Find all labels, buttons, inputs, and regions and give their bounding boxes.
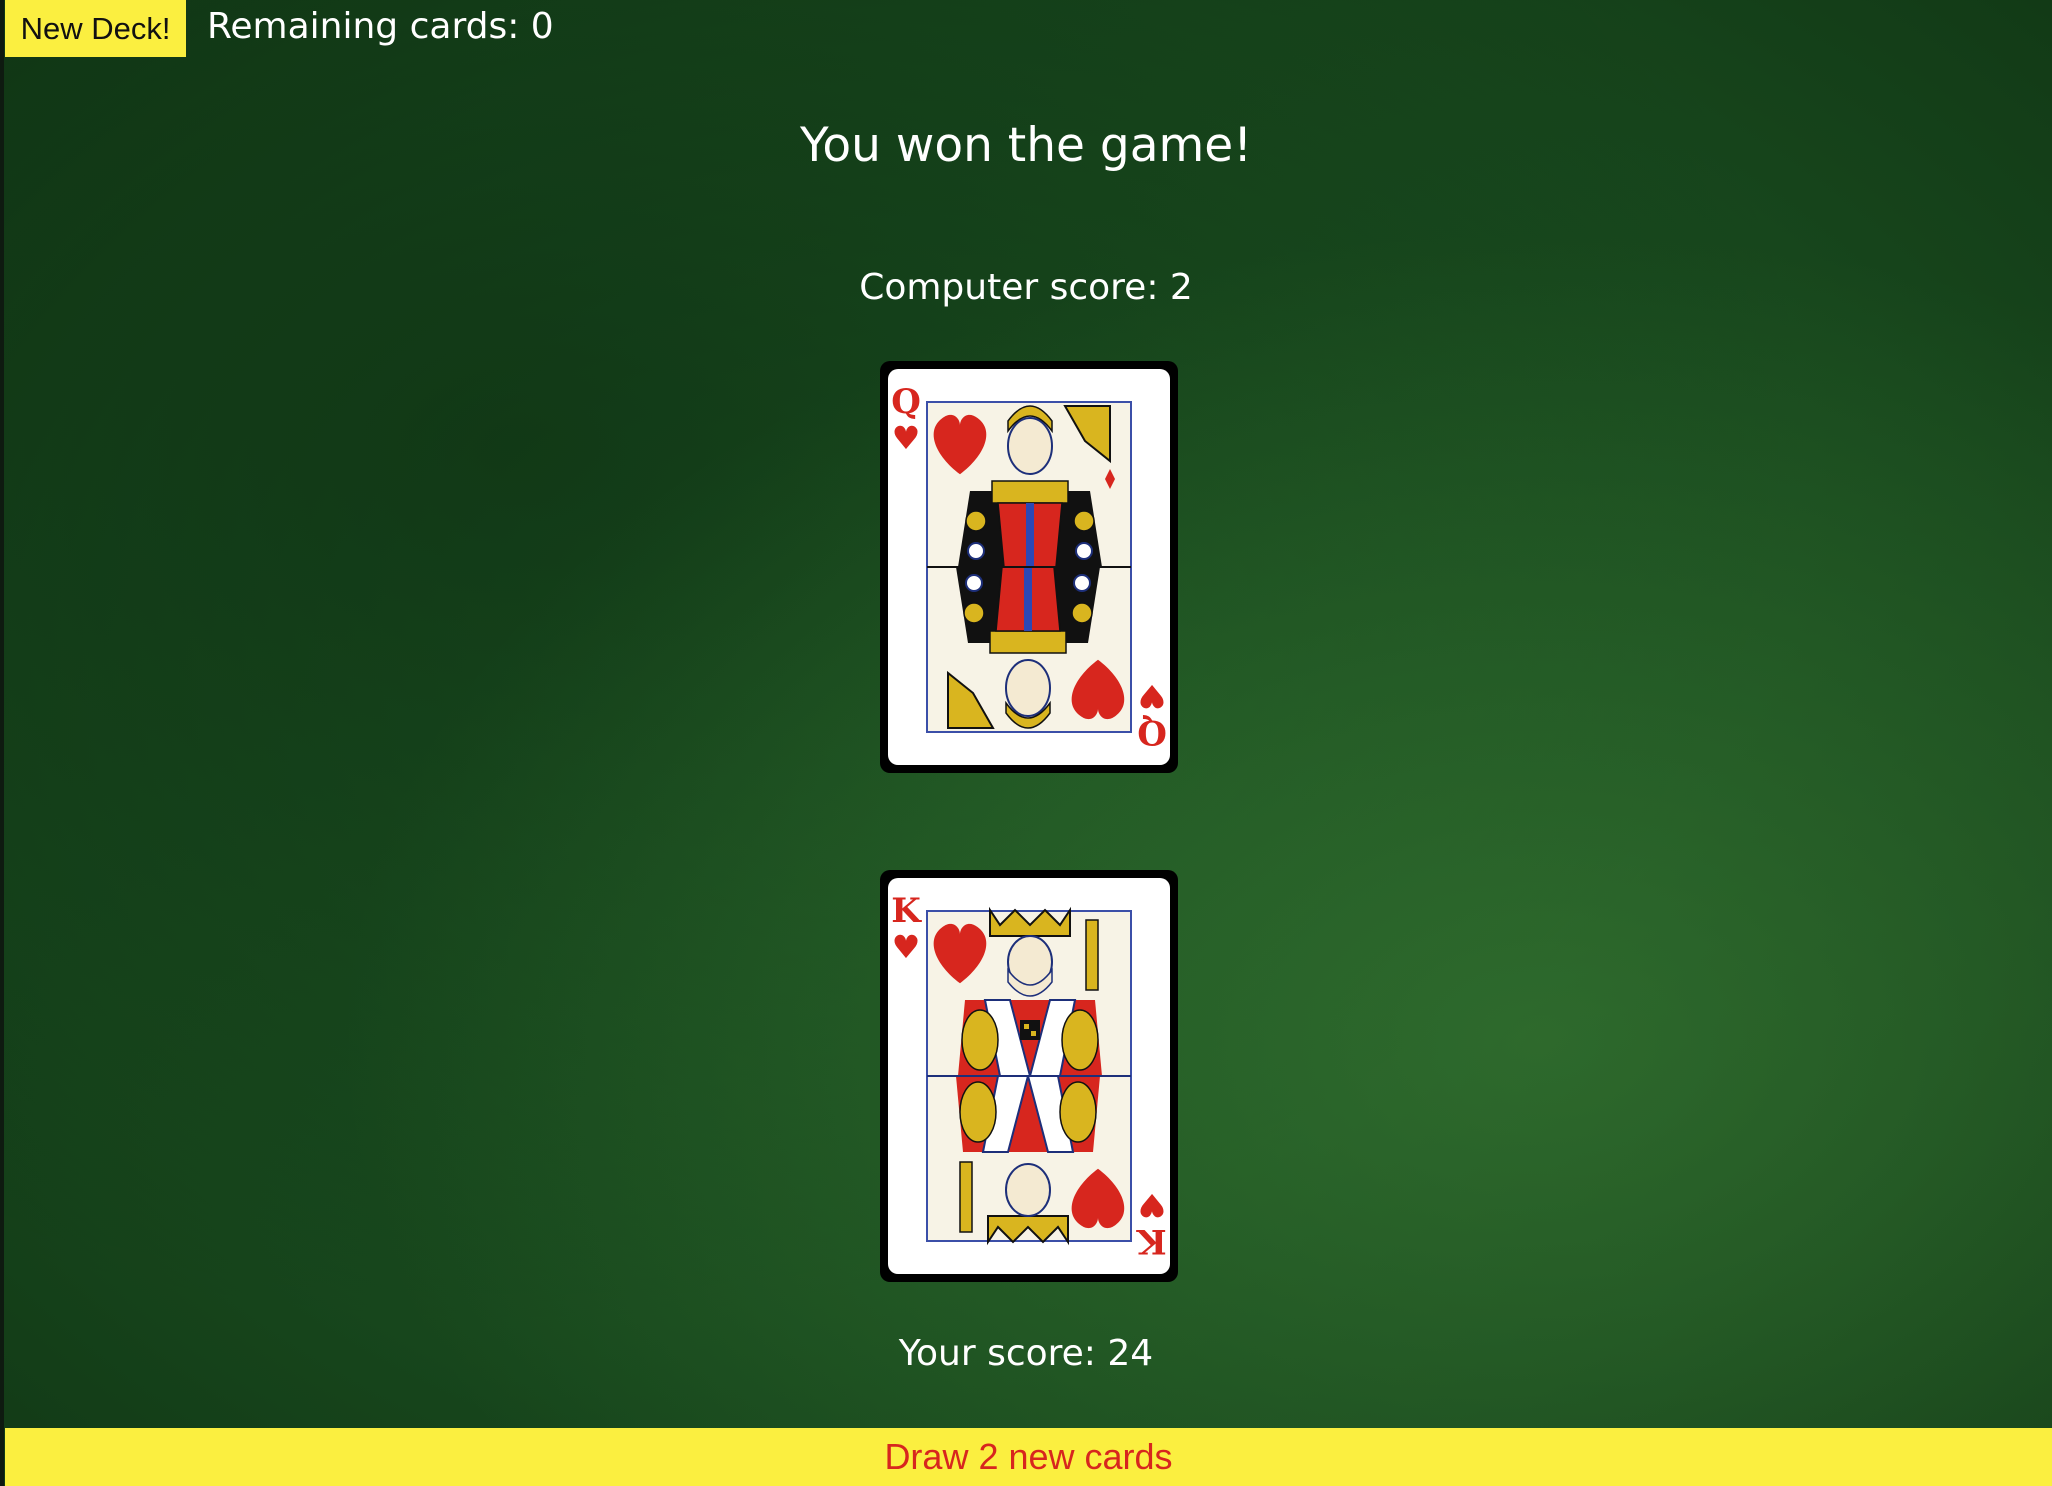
card-rank-bottom: K: [1136, 1221, 1167, 1261]
card-suit-top: ♥: [892, 419, 921, 457]
draw-cards-button[interactable]: Draw 2 new cards: [5, 1428, 2052, 1486]
card-rank-bottom: Q: [1137, 712, 1167, 752]
card-rank-top: K: [891, 891, 922, 931]
card-suit-bottom: ♥: [1138, 1186, 1167, 1224]
card-suit-bottom: ♥: [1138, 677, 1167, 715]
computer-score: Computer score: 2: [859, 267, 1193, 308]
new-deck-button[interactable]: New Deck!: [5, 0, 186, 57]
computer-card: Q ♥ Q ♥: [880, 361, 1178, 773]
game-result-message: You won the game!: [799, 118, 1253, 173]
queen-of-hearts-card-image: Q ♥ Q ♥: [888, 369, 1170, 765]
player-card: K ♥ K ♥: [880, 870, 1178, 1282]
remaining-cards-label: Remaining cards: 0: [207, 6, 554, 47]
card-rank-top: Q: [891, 382, 921, 422]
window-edge: [0, 0, 4, 1486]
card-suit-top: ♥: [892, 928, 921, 966]
king-of-hearts-card-image: K ♥ K ♥: [888, 878, 1170, 1274]
your-score: Your score: 24: [898, 1333, 1154, 1374]
